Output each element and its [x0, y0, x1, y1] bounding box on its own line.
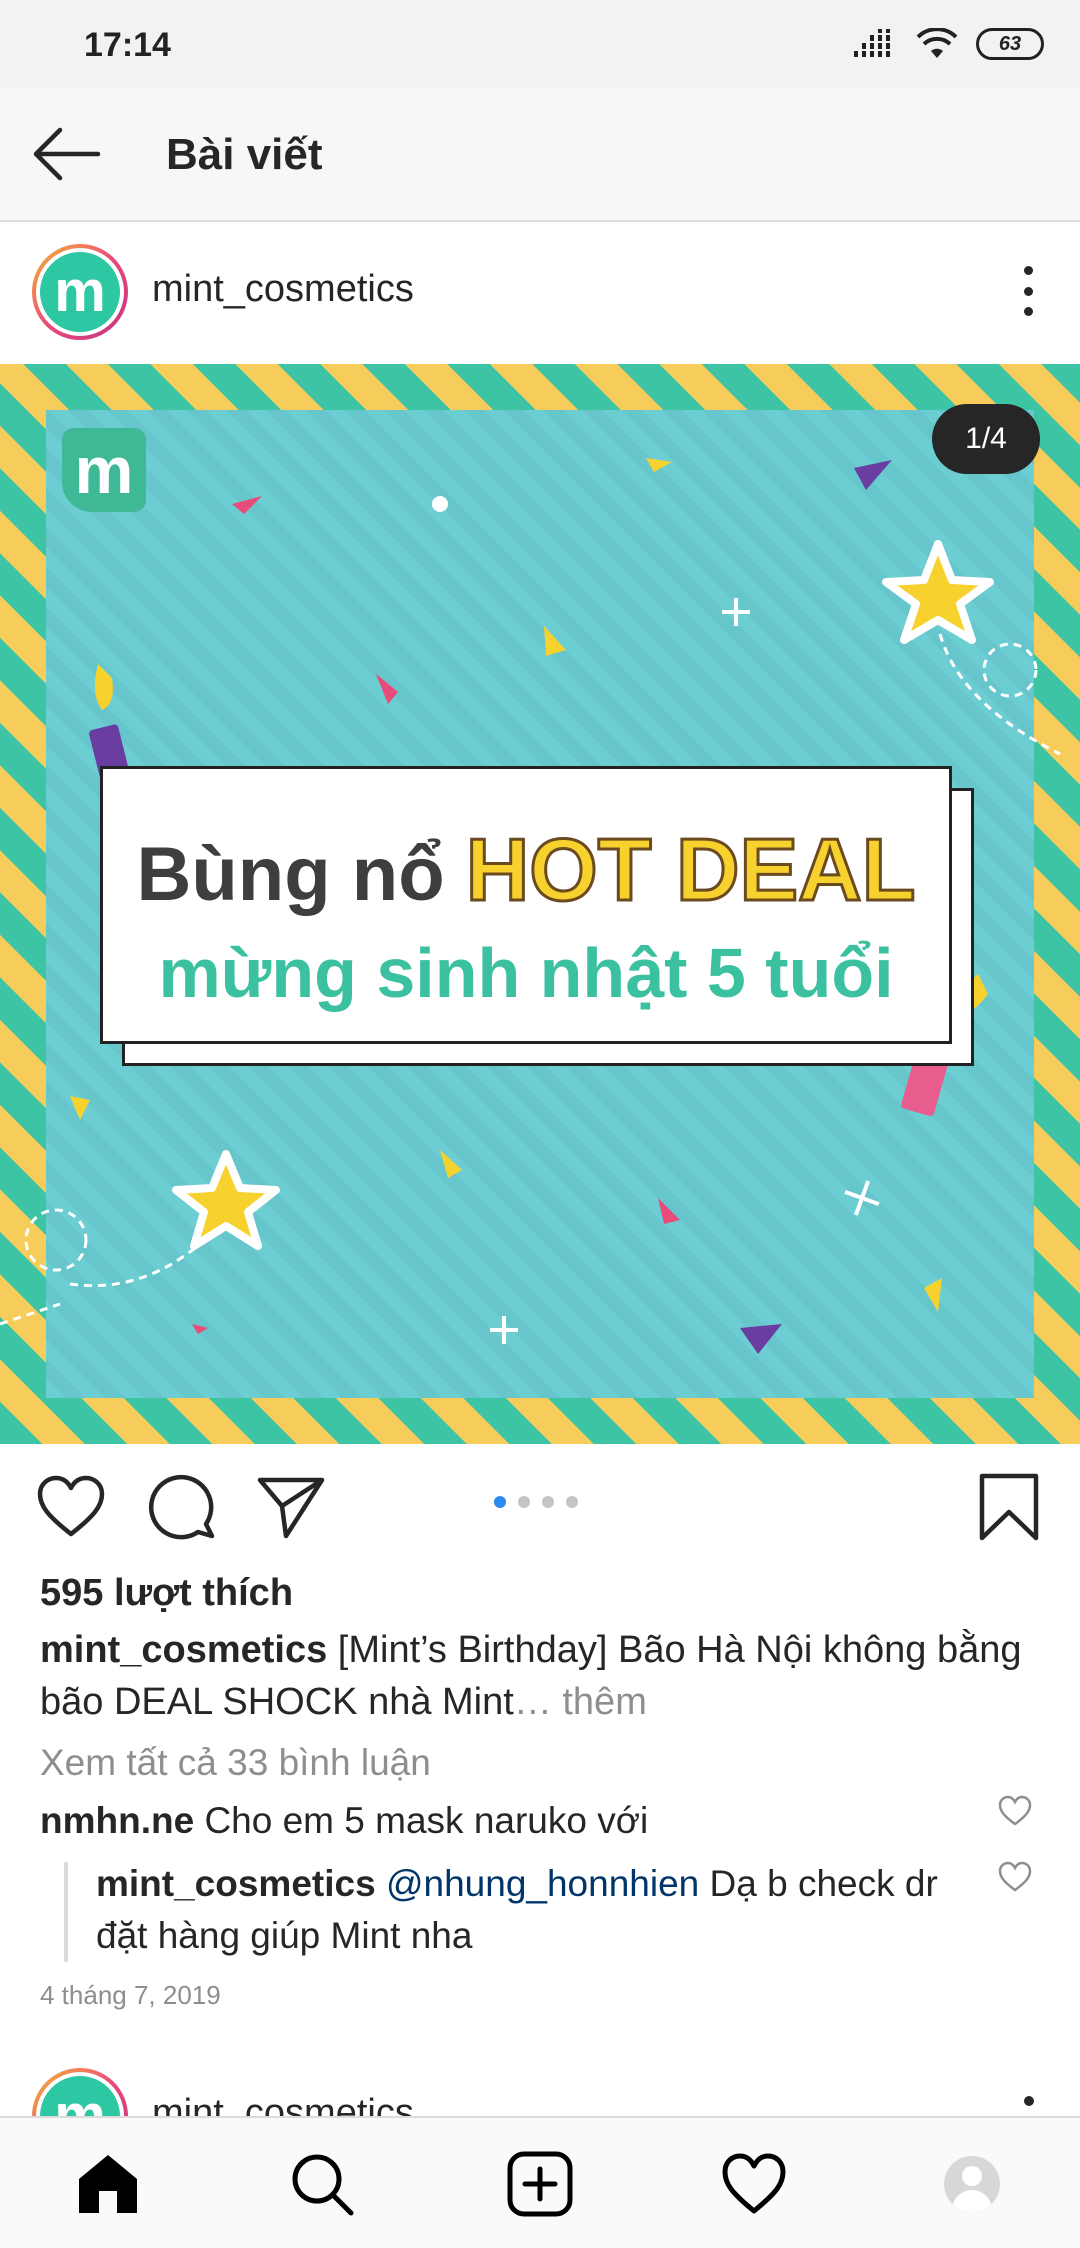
banner-subline: mừng sinh nhật 5 tuổi: [158, 934, 894, 1012]
avatar-letter: m: [40, 2076, 120, 2116]
banner-headline: Bùng nổ HOT DEAL: [103, 819, 949, 921]
add-icon: [507, 2151, 573, 2217]
nav-activity-button[interactable]: [718, 2148, 790, 2220]
reply-mention[interactable]: @nhung_honnhien: [376, 1863, 699, 1904]
comment: nmhn.ne Cho em 5 mask naruko với: [40, 1800, 960, 1842]
avatar[interactable]: m: [32, 2068, 128, 2116]
nav-search-button[interactable]: [286, 2148, 358, 2220]
carousel-indicator: [494, 1496, 578, 1508]
reply-comment: mint_cosmetics @nhung_honnhien Dạ b chec…: [96, 1858, 956, 1962]
comment-like-heart-icon[interactable]: [998, 1794, 1032, 1828]
caption: mint_cosmetics [Mint’s Birthday] Bão Hà …: [40, 1624, 1040, 1728]
post-username[interactable]: mint_cosmetics: [152, 268, 414, 311]
carousel-dot-active: [494, 1496, 506, 1508]
wifi-icon: [916, 28, 958, 58]
banner-headline-dark: Bùng nổ: [136, 832, 466, 917]
reply-username[interactable]: mint_cosmetics: [96, 1863, 376, 1904]
search-icon: [292, 2154, 354, 2216]
comment-icon[interactable]: [148, 1472, 218, 1542]
avatar-letter: m: [40, 252, 120, 332]
likes-count[interactable]: 595 lượt thích: [40, 1572, 293, 1615]
brand-logo: m: [62, 428, 146, 512]
post-header: m mint_cosmetics: [0, 222, 1080, 362]
more-vertical-icon[interactable]: [1024, 2096, 1034, 2106]
carousel-dot: [542, 1496, 554, 1508]
image-counter: 1/4: [932, 404, 1040, 474]
bookmark-icon[interactable]: [974, 1472, 1044, 1542]
carousel-dot: [518, 1496, 530, 1508]
comment-username[interactable]: nmhn.ne: [40, 1800, 194, 1841]
caption-more-link[interactable]: … thêm: [514, 1681, 647, 1723]
carousel-dot: [566, 1496, 578, 1508]
home-icon: [79, 2155, 137, 2213]
post-image[interactable]: 1/4 m Bùng nổ HOT DEAL mừng sinh nhật 5 …: [0, 364, 1080, 1444]
back-arrow-icon: [33, 127, 101, 181]
comment-text: Cho em 5 mask naruko với: [194, 1800, 649, 1841]
avatar[interactable]: m: [32, 244, 128, 340]
heart-icon[interactable]: [36, 1472, 106, 1542]
back-button[interactable]: [30, 122, 102, 186]
reply-thread-line: [64, 1862, 68, 1962]
top-nav: Bài viết: [0, 88, 1080, 222]
nav-home-button[interactable]: [72, 2148, 144, 2220]
next-post-username[interactable]: mint_cosmetics: [152, 2092, 414, 2116]
nav-profile-button[interactable]: [936, 2148, 1008, 2220]
next-post-header: m mint_cosmetics: [0, 2060, 1080, 2116]
promo-banner: Bùng nổ HOT DEAL mừng sinh nhật 5 tuổi: [100, 766, 952, 1044]
page-title: Bài viết: [166, 130, 323, 179]
banner-headline-highlight: HOT DEAL: [464, 819, 917, 921]
signal-icon: [854, 29, 890, 57]
more-options-button[interactable]: [1018, 266, 1038, 316]
reply-like-heart-icon[interactable]: [998, 1860, 1032, 1894]
post-date: 4 tháng 7, 2019: [40, 1980, 221, 2010]
bottom-nav: [0, 2116, 1080, 2248]
status-icons: 63: [854, 28, 1044, 60]
profile-icon: [944, 2156, 1000, 2212]
more-vertical-icon: [1023, 266, 1033, 275]
action-bar: [0, 1444, 1080, 1564]
nav-add-button[interactable]: [504, 2148, 576, 2220]
activity-heart-icon: [722, 2153, 786, 2214]
share-icon[interactable]: [256, 1472, 326, 1542]
status-bar: 17:14 63: [0, 0, 1080, 88]
status-time: 17:14: [84, 26, 171, 64]
battery-icon: 63: [976, 28, 1044, 60]
view-all-comments-link[interactable]: Xem tất cả 33 bình luận: [40, 1742, 431, 1784]
caption-username[interactable]: mint_cosmetics: [40, 1629, 327, 1671]
